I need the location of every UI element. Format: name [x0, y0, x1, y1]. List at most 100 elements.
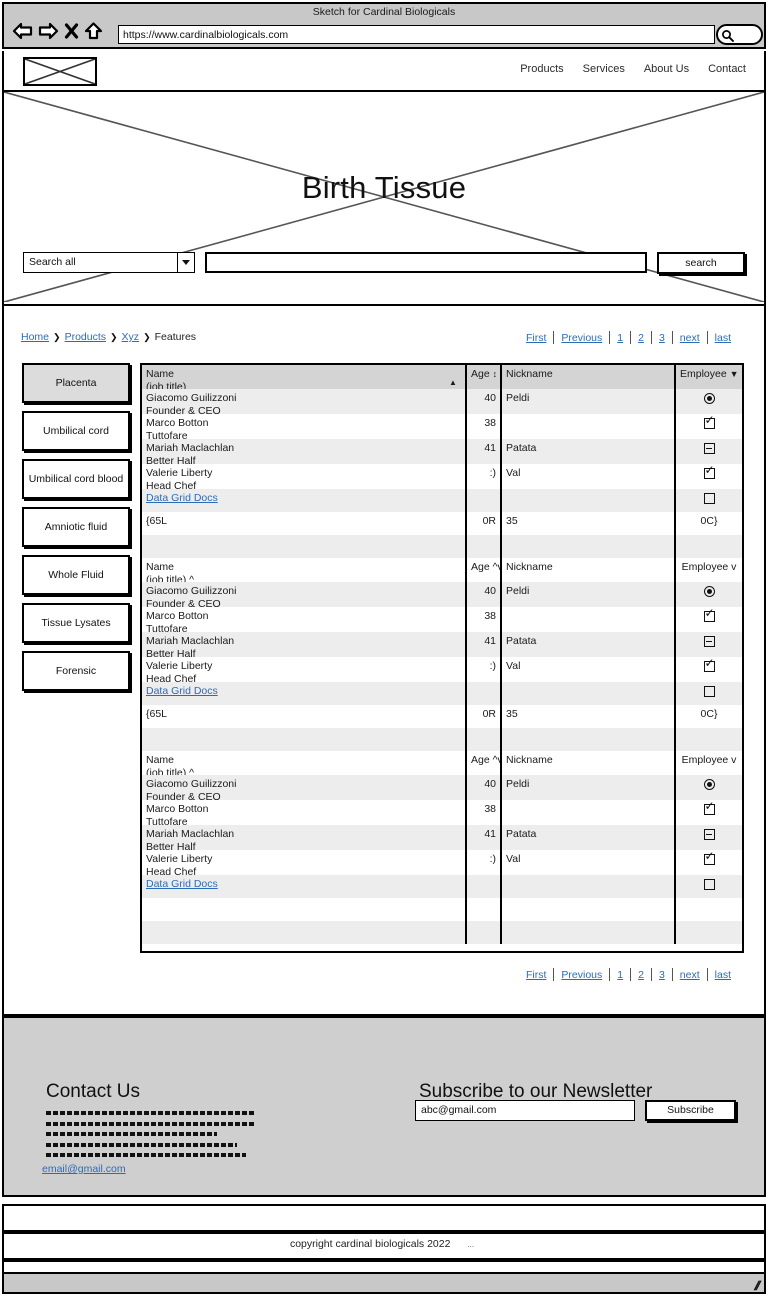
grid-header-cell-nickname[interactable]: Nickname: [502, 751, 676, 775]
breadcrumb-item-home[interactable]: Home: [21, 331, 49, 343]
table-row[interactable]: Data Grid Docs: [142, 489, 742, 512]
sidebar-item-forensic[interactable]: Forensic: [22, 651, 130, 691]
grid-header-cell-employee[interactable]: Employee v: [676, 751, 742, 775]
grid-header-cell-age[interactable]: Age ↕: [467, 365, 502, 389]
table-row[interactable]: Marco Botton Tuttofare 38: [142, 414, 742, 439]
table-row[interactable]: Giacomo Guilizzoni Founder & CEO 40 Peldi: [142, 389, 742, 414]
grid-header-row[interactable]: Name (job title) ^ Age ^v Nickname Employee …: [142, 751, 742, 775]
grid-header-row[interactable]: Name (job title) ▲ Age ↕ Nickname Employee ▼: [142, 365, 742, 389]
employee-checkbox-checked[interactable]: [703, 607, 715, 622]
subscribe-button[interactable]: Subscribe: [645, 1100, 736, 1121]
employee-radio[interactable]: [703, 778, 715, 790]
table-row[interactable]: Valerie Liberty Head Chef:) Val: [142, 850, 742, 875]
table-row[interactable]: Mariah Maclachlan Better Half 41 Patata: [142, 825, 742, 850]
employee-checkbox-unchecked[interactable]: [703, 492, 715, 504]
chevron-down-icon[interactable]: [177, 253, 194, 272]
employee-checkbox-unchecked[interactable]: [703, 685, 715, 697]
grid-cell-age: [467, 489, 502, 512]
employee-checkbox-indeterminate[interactable]: [703, 828, 715, 840]
sidebar-item-placenta[interactable]: Placenta: [22, 363, 130, 403]
pagination-page-2[interactable]: 2: [631, 969, 651, 981]
table-row[interactable]: {65L 0R 35 0C}: [142, 705, 742, 728]
grid-header-row[interactable]: Name (job title) ^ Age ^v Nickname Employee …: [142, 558, 742, 582]
table-row[interactable]: Data Grid Docs: [142, 875, 742, 898]
employee-checkbox-checked[interactable]: [703, 414, 715, 429]
employee-checkbox-checked[interactable]: [703, 850, 715, 865]
back-arrow-icon[interactable]: [12, 21, 33, 41]
employee-checkbox-checked[interactable]: [703, 464, 715, 479]
pagination-page-1[interactable]: 1: [610, 332, 630, 344]
breadcrumb-item-products[interactable]: Products: [65, 331, 106, 343]
grid-header-cell-age[interactable]: Age ^v: [467, 751, 502, 775]
grid-header-cell-employee[interactable]: Employee ▼: [676, 365, 742, 389]
grid-header-cell-employee[interactable]: Employee v: [676, 558, 742, 582]
nav-item-about-us[interactable]: About Us: [644, 63, 689, 75]
resize-grip-icon[interactable]: //: [752, 1278, 760, 1293]
table-row[interactable]: Data Grid Docs: [142, 682, 742, 705]
sidebar-item-tissue-lysates[interactable]: Tissue Lysates: [22, 603, 130, 643]
data-grid-docs-link[interactable]: Data Grid Docs: [146, 492, 218, 504]
employee-radio[interactable]: [703, 392, 715, 404]
nav-item-products[interactable]: Products: [520, 63, 563, 75]
pagination-previous[interactable]: Previous: [554, 332, 609, 344]
table-row[interactable]: [142, 728, 742, 751]
home-icon[interactable]: [84, 21, 103, 41]
nav-item-contact[interactable]: Contact: [708, 63, 746, 75]
employee-radio[interactable]: [703, 585, 715, 597]
pagination-page-2[interactable]: 2: [631, 332, 651, 344]
grid-header-cell-nickname[interactable]: Nickname: [502, 558, 676, 582]
table-row[interactable]: Marco Botton Tuttofare 38: [142, 607, 742, 632]
data-grid-docs-link[interactable]: Data Grid Docs: [146, 878, 218, 890]
grid-header-cell-age[interactable]: Age ^v: [467, 558, 502, 582]
table-row[interactable]: Giacomo Guilizzoni Founder & CEO 40 Peldi: [142, 775, 742, 800]
grid-header-cell-name[interactable]: Name (job title) ^: [142, 751, 467, 775]
table-row[interactable]: Mariah Maclachlan Better Half 41 Patata: [142, 632, 742, 657]
pagination-page-3[interactable]: 3: [652, 969, 672, 981]
data-grid-docs-link[interactable]: Data Grid Docs: [146, 685, 218, 697]
employee-checkbox-unchecked[interactable]: [703, 878, 715, 890]
table-row[interactable]: [142, 535, 742, 558]
sidebar-item-umbilical-cord-blood[interactable]: Umbilical cord blood: [22, 459, 130, 499]
employee-checkbox-checked[interactable]: [703, 657, 715, 672]
search-button[interactable]: search: [657, 252, 745, 274]
grid-header-cell-name[interactable]: Name (job title) ▲: [142, 365, 467, 389]
table-row[interactable]: Valerie Liberty Head Chef:) Val: [142, 464, 742, 489]
pagination-previous[interactable]: Previous: [554, 969, 609, 981]
employee-checkbox-checked[interactable]: [703, 800, 715, 815]
grid-cell-age: 38: [467, 414, 502, 439]
data-grid[interactable]: Name (job title) ▲ Age ↕ Nickname Employee ▼ G…: [140, 363, 744, 953]
pagination-first[interactable]: First: [519, 969, 553, 981]
logo-placeholder[interactable]: [23, 57, 97, 86]
grid-header-cell-nickname[interactable]: Nickname: [502, 365, 676, 389]
forward-arrow-icon[interactable]: [38, 21, 59, 41]
pagination-page-1[interactable]: 1: [610, 969, 630, 981]
search-scope-select[interactable]: Search all: [23, 252, 195, 273]
table-row[interactable]: {65L 0R 35 0C}: [142, 512, 742, 535]
pagination-page-3[interactable]: 3: [652, 332, 672, 344]
breadcrumb-item-xyz[interactable]: Xyz: [122, 331, 140, 343]
employee-checkbox-indeterminate[interactable]: [703, 635, 715, 647]
table-row[interactable]: Giacomo Guilizzoni Founder & CEO 40 Peldi: [142, 582, 742, 607]
stop-x-icon[interactable]: [64, 21, 79, 41]
newsletter-email-input[interactable]: abc@gmail.com: [415, 1100, 635, 1121]
table-row[interactable]: Marco Botton Tuttofare 38: [142, 800, 742, 825]
pagination-last[interactable]: last: [708, 969, 738, 981]
pagination-last[interactable]: last: [708, 332, 738, 344]
sidebar-item-umbilical-cord[interactable]: Umbilical cord: [22, 411, 130, 451]
search-input[interactable]: [205, 252, 647, 273]
table-row[interactable]: [142, 898, 742, 921]
contact-email-link[interactable]: email@gmail.com: [42, 1163, 126, 1175]
pagination-first[interactable]: First: [519, 332, 553, 344]
pagination-next[interactable]: next: [673, 332, 707, 344]
nav-item-services[interactable]: Services: [583, 63, 625, 75]
employee-checkbox-indeterminate[interactable]: [703, 442, 715, 454]
url-input[interactable]: https://www.cardinalbiologicals.com: [118, 25, 715, 44]
table-row[interactable]: Valerie Liberty Head Chef:) Val: [142, 657, 742, 682]
grid-header-cell-name[interactable]: Name (job title) ^: [142, 558, 467, 582]
pagination-next[interactable]: next: [673, 969, 707, 981]
sidebar-item-whole-fluid[interactable]: Whole Fluid: [22, 555, 130, 595]
browser-search-box[interactable]: [716, 24, 763, 45]
sidebar-item-amniotic-fluid[interactable]: Amniotic fluid: [22, 507, 130, 547]
table-row[interactable]: Mariah Maclachlan Better Half 41 Patata: [142, 439, 742, 464]
table-row[interactable]: [142, 921, 742, 944]
